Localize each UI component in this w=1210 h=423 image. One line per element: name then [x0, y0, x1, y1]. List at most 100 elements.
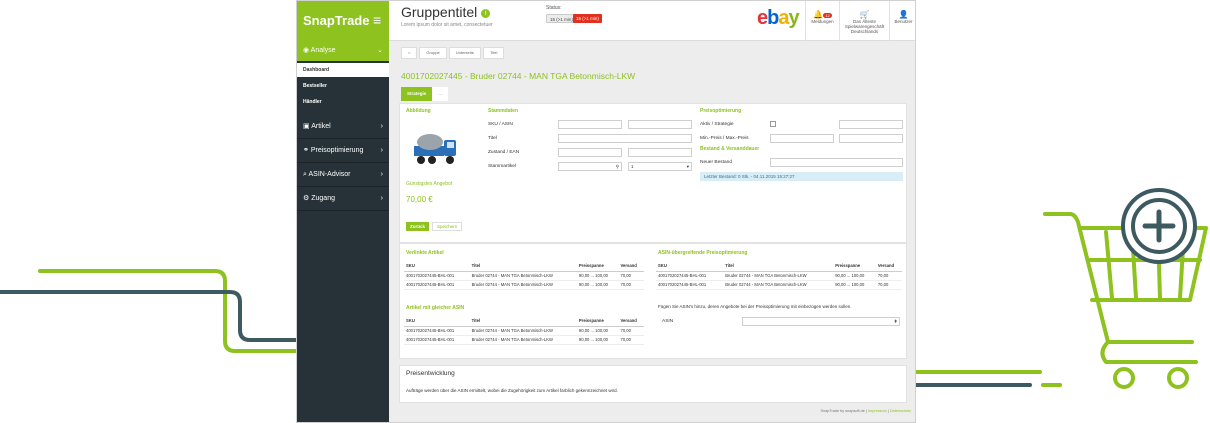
asin-add-input[interactable]: ǂ	[742, 317, 900, 326]
strategy-card: Abbildung Günstigstes Angebot 70,00 € Zu…	[399, 103, 907, 243]
notification-count: 12	[823, 13, 832, 18]
neuer-bestand-input[interactable]	[770, 158, 903, 167]
search-icon: ⌕	[303, 171, 307, 178]
preisentwicklung-heading: Preisentwicklung	[406, 370, 455, 377]
gleiche-asin-heading: Artikel mit gleicher ASIN	[406, 305, 465, 311]
impressum-link[interactable]: Impressum	[868, 409, 887, 413]
sidebar-item-artikel[interactable]: ▣ Artikel ›	[297, 115, 389, 139]
table-row[interactable]: 4001702027445-BHL-001 Bruder 02744 - MAN …	[404, 335, 644, 345]
add-icon[interactable]: ǂ	[894, 318, 897, 326]
cheapest-offer-label: Günstigstes Angebot	[406, 181, 453, 187]
product-image	[414, 134, 456, 164]
brand[interactable]: SnapTrade ≡	[297, 1, 389, 41]
breadcrumb-item[interactable]: Unterseite	[448, 47, 481, 59]
app-window: SnapTrade ≡ Gruppentitel i Lorem ipsum do…	[296, 0, 916, 423]
notifications-label: Meldungen	[811, 19, 834, 24]
main-content: ⌂ Gruppe Unterseite Titel 4001702027445 - B…	[389, 41, 915, 422]
group-subtitle: Lorem ipsum dolor sit amet, consectetuer	[401, 22, 493, 28]
cart-icon: 🛒	[859, 10, 870, 19]
linked-articles-card: Verlinkte Artikel SKU Titel Preisspanne Ver…	[399, 243, 907, 359]
aktiv-label: Aktiv / Strategie	[700, 122, 734, 127]
chevron-right-icon: ›	[380, 171, 383, 178]
titel-input[interactable]	[558, 134, 692, 143]
neuer-bestand-label: Neuer Bestand	[700, 160, 732, 165]
zustand-input[interactable]	[558, 148, 622, 157]
stammartikel-input[interactable]: ⚲	[558, 162, 622, 171]
notifications-button[interactable]: 🔔 12 Meldungen	[805, 1, 839, 41]
shop-button[interactable]: 🛒 Das Älteste Spielwarengeschäft Deutsch…	[839, 1, 889, 41]
breadcrumb-item[interactable]: Gruppe	[419, 47, 447, 59]
stammartikel-label: Stammartikel	[488, 164, 516, 169]
user-icon: 👤	[898, 10, 909, 19]
info-icon[interactable]: i	[481, 9, 491, 18]
sidebar-subitem-haendler[interactable]: Händler	[297, 95, 389, 109]
asin-note: Fügen Sie ASIN's hinzu, deren Angebote b…	[658, 304, 852, 309]
sidebar-item-asin-advisor[interactable]: ⌕ ASIN-Advisor ›	[297, 163, 389, 187]
preisoptimierung-heading: Preisoptimierung	[700, 108, 742, 114]
breadcrumb: ⌂ Gruppe Unterseite Titel	[401, 47, 506, 59]
max-price-input[interactable]	[839, 134, 903, 143]
aktiv-checkbox[interactable]	[770, 121, 776, 127]
asin-label: ASIN	[662, 319, 674, 324]
plus-circle-icon	[1121, 188, 1197, 264]
strategie-input[interactable]	[839, 120, 903, 129]
chevron-down-icon: ▾	[686, 164, 689, 169]
home-icon[interactable]: ⌂	[401, 47, 418, 59]
breadcrumb-item: Titel	[483, 47, 505, 59]
top-bar: SnapTrade ≡ Gruppentitel i Lorem ipsum do…	[297, 1, 915, 41]
ean-input[interactable]	[628, 148, 692, 157]
sidebar: ◉ Analyse ⌄ Dashboard Bestseller Händler …	[297, 41, 389, 422]
zustand-label: Zustand / EAN	[488, 150, 520, 155]
asin-uebergreifend-table: SKU Titel Preisspanne Versand 4001702027445…	[656, 260, 902, 290]
asin-input[interactable]	[628, 120, 692, 129]
table-row[interactable]: 4001702027445-BHL-001 Bruder 02744 - MAN …	[404, 326, 644, 336]
min-price-input[interactable]	[770, 134, 834, 143]
gleiche-asin-table: SKU Titel Preisspanne Versand 4001702027445…	[404, 315, 644, 345]
back-button[interactable]: Zurück	[406, 222, 430, 231]
save-button[interactable]: Speichern	[432, 222, 463, 231]
price-value: 70,00 €	[406, 195, 433, 204]
stammartikel-select[interactable]: 1 ▾	[628, 162, 692, 171]
stammdaten-heading: Stammdaten	[488, 108, 519, 114]
ebay-logo[interactable]: ebay	[757, 7, 800, 30]
status-label: Status:	[546, 5, 562, 11]
sidebar-item-analyse[interactable]: ◉ Analyse ⌄	[297, 41, 389, 61]
chevron-right-icon: ›	[380, 147, 383, 154]
share-icon: ⚭	[303, 147, 309, 154]
user-button[interactable]: 👤 Benutzer	[889, 1, 915, 41]
bestand-heading: Bestand & Versanddauer	[700, 146, 760, 152]
chevron-down-icon: ⌄	[377, 47, 383, 54]
search-icon[interactable]: ⚲	[616, 163, 619, 171]
verlinkte-heading: Verlinkte Artikel	[406, 250, 444, 256]
sku-input[interactable]	[558, 120, 622, 129]
stock-info-box: Letzter Bestand: 0 Stk. - 04.11.2015 15:…	[700, 172, 903, 181]
status-badge-alert: 15 (>1 min)	[573, 14, 602, 23]
page-title: 4001702027445 - Bruder 02744 - MAN TGA B…	[401, 71, 636, 81]
footer: SnapTrade by snapsoft.de | Impressum | D…	[820, 409, 911, 413]
table-row[interactable]: 4001702027445-BHL-001 Bruder 02744 - MAN …	[404, 280, 644, 290]
shopping-bag-icon: ▣	[303, 123, 310, 130]
table-row[interactable]: 4001702027445-BHL-001 Bruder 02744 - MAN …	[656, 271, 902, 281]
hamburger-icon[interactable]: ≡	[373, 12, 381, 28]
minmax-label: Min.-Preis / Max.-Preis	[700, 136, 749, 141]
chevron-right-icon: ›	[380, 195, 383, 202]
table-row[interactable]: 4001702027445-BHL-001 Bruder 02744 - MAN …	[656, 280, 902, 290]
tab-strategie[interactable]: Strategie	[401, 87, 433, 101]
verlinkte-table: SKU Titel Preisspanne Versand 4001702027445…	[404, 260, 644, 290]
sidebar-subitem-dashboard[interactable]: Dashboard	[297, 63, 389, 77]
abbildung-heading: Abbildung	[406, 108, 431, 114]
table-row[interactable]: 4001702027445-BHL-001 Bruder 02744 - MAN …	[404, 271, 644, 281]
sidebar-item-zugang[interactable]: ⚙ Zugang ›	[297, 187, 389, 211]
bell-icon: 🔔 12	[813, 10, 832, 19]
sku-label: SKU / ASIN	[488, 122, 513, 127]
sidebar-subitem-bestseller[interactable]: Bestseller	[297, 79, 389, 93]
preisentwicklung-text: Aufträge werden über die ASIN ermittelt,…	[406, 388, 618, 393]
titel-label: Titel	[488, 136, 497, 141]
preisentwicklung-card: Preisentwicklung Aufträge werden über di…	[399, 365, 907, 403]
chevron-right-icon: ›	[380, 123, 383, 130]
datenschutz-link[interactable]: Datenschutz	[890, 409, 911, 413]
brand-name: SnapTrade	[303, 13, 370, 28]
sidebar-item-preisoptimierung[interactable]: ⚭ Preisoptimierung ›	[297, 139, 389, 163]
tab-more[interactable]: ...	[432, 87, 449, 101]
tab-bar: Strategie...	[401, 87, 449, 101]
